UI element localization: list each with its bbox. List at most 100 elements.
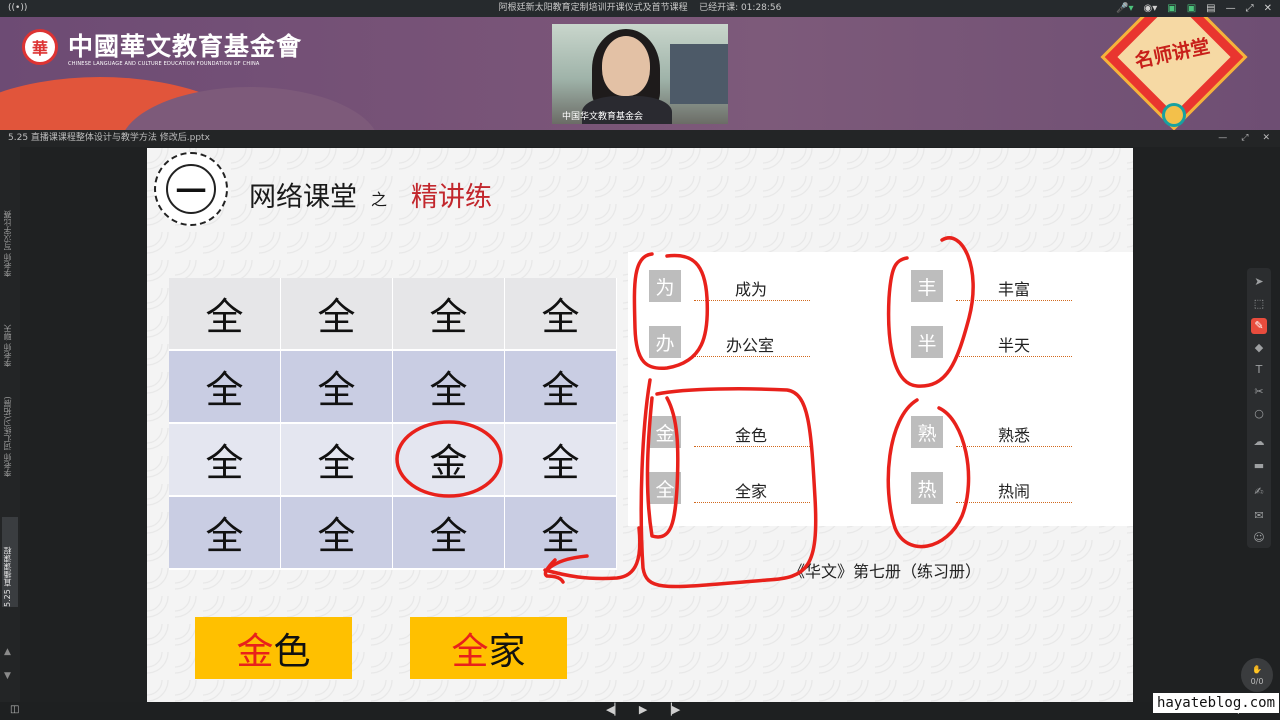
cloud-tool-icon[interactable]: ☁ (1251, 434, 1267, 450)
grid-cell: 全 (505, 278, 617, 351)
document-filename: 5.25 直播课课程整体设计与教学方法 修改后.pptx (8, 133, 210, 143)
camera-toggle-icon[interactable]: ◉▾ (1144, 0, 1158, 17)
doc-minimize-icon[interactable]: — (1218, 130, 1227, 147)
scissors-tool-icon[interactable]: ✂ (1251, 384, 1267, 400)
users-tool-icon[interactable]: ☺ (1251, 530, 1267, 546)
grid-cell: 全 (393, 497, 505, 570)
hand-count: 0/0 (1250, 677, 1264, 686)
pointer-tool-icon[interactable]: ➤ (1251, 274, 1267, 290)
rail-tab-3[interactable]: 5.25 直播课课程 (2, 517, 18, 607)
hand-icon: ✋ (1252, 665, 1262, 674)
rail-tab-2[interactable]: 李老师 词汇练习(拓展) (2, 397, 18, 477)
grid-cell: 全 (505, 497, 617, 570)
word-card-quanjia: 全家 (410, 617, 567, 679)
pen-tool-icon[interactable]: ✎ (1251, 318, 1267, 334)
slide-nav-controls: ◀▏ ▶ ▕▶ (606, 703, 680, 716)
drawing-toolbar: ➤ ⬚ ✎ ◆ T ✂ ○ ☁ ▬ ✍ ✉ ☺ (1247, 268, 1271, 548)
word-label: 办公室 (726, 336, 775, 355)
eraser-tool-icon[interactable]: ◆ (1251, 340, 1267, 356)
select-tool-icon[interactable]: ⬚ (1251, 296, 1267, 312)
character-grid: 全 全 全 全 全 全 全 全 全 全 金 全 全 全 全 全 (169, 278, 617, 570)
doc-close-icon[interactable]: ✕ (1262, 130, 1270, 147)
word-pairs-panel: 为 成为 办 办公室 丰 丰富 半 半天 金 金色 全 全家 熟 熟悉 热 热闹 (628, 252, 1133, 526)
share-icon[interactable]: ▣ (1167, 0, 1176, 17)
app-titlebar: ((•)) 阿根廷新太阳教育定制培训开课仪式及首节课程 已经开课: 01:28:… (0, 0, 1280, 17)
video-caption: 中国华文教育基金会 (562, 112, 644, 122)
word-label: 熟悉 (998, 426, 1031, 445)
dotted-line (694, 446, 810, 447)
word-label: 热闹 (998, 482, 1031, 501)
word-card-highlight: 全 (451, 630, 489, 673)
grid-cell-odd-one: 金 (393, 424, 505, 497)
foundation-name-en: CHINESE LANGUAGE AND CULTURE EDUCATION F… (68, 61, 260, 67)
video-background (670, 44, 728, 104)
next-slide-icon[interactable]: ▕▶ (663, 703, 680, 716)
grid-cell: 全 (169, 497, 281, 570)
char-box: 金 (649, 416, 681, 448)
section-number: 一 (166, 164, 216, 214)
word-label: 金色 (735, 426, 768, 445)
char-box: 办 (649, 326, 681, 358)
sidebar-toggle-icon[interactable]: ◫ (10, 704, 19, 715)
section-number-badge: 一 (154, 152, 228, 226)
dotted-line (956, 446, 1072, 447)
watermark: hayateblog.com (1153, 693, 1280, 713)
rail-up-arrow-icon[interactable]: ▲ (4, 647, 11, 657)
restore-icon[interactable]: ⤢ (1246, 0, 1254, 17)
grid-cell: 全 (169, 424, 281, 497)
slide-heading: 网络课堂 (249, 182, 357, 213)
char-box: 丰 (911, 270, 943, 302)
text-tool-icon[interactable]: T (1251, 362, 1267, 378)
slide-heading-connector: 之 (371, 190, 388, 209)
char-box: 半 (911, 326, 943, 358)
play-icon[interactable]: ▶ (639, 703, 647, 716)
titlebar-controls: 🎤▾ ◉▾ ▣ ▣ ▤ — ⤢ ✕ (1116, 0, 1272, 17)
chat-tool-icon[interactable]: ✉ (1251, 508, 1267, 524)
document-controls: — ⤢ ✕ (1218, 130, 1270, 147)
dotted-line (694, 356, 810, 357)
dotted-line (694, 502, 810, 503)
char-box: 熟 (911, 416, 943, 448)
settings-icon[interactable]: ▤ (1206, 0, 1215, 17)
char-box: 为 (649, 270, 681, 302)
raise-hand-button[interactable]: ✋ 0/0 (1241, 658, 1273, 692)
edit-tool-icon[interactable]: ✍ (1251, 484, 1267, 500)
word-card-highlight: 金 (236, 630, 274, 673)
word-card-jinse: 金色 (195, 617, 352, 679)
session-title: 阿根廷新太阳教育定制培训开课仪式及首节课程 已经开课: 01:28:56 (0, 0, 1280, 17)
document-bar: 5.25 直播课课程整体设计与教学方法 修改后.pptx — ⤢ ✕ (0, 130, 1280, 147)
char-box: 全 (649, 472, 681, 504)
dotted-line (694, 300, 810, 301)
grid-cell: 全 (281, 424, 393, 497)
textbook-reference: 《华文》第七册（练习册） (789, 562, 982, 581)
shape-tool-icon[interactable]: ○ (1251, 406, 1267, 422)
rail-down-arrow-icon[interactable]: ▼ (4, 671, 11, 681)
course-banner: 華 中國華文教育基金會 CHINESE LANGUAGE AND CULTURE… (0, 17, 1280, 130)
grid-cell: 全 (505, 351, 617, 424)
toolbox-icon[interactable]: ▬ (1251, 458, 1267, 474)
badge-knot-icon (1162, 103, 1186, 127)
teacher-video-feed[interactable]: 中国华文教育基金会 (552, 24, 728, 124)
grid-cell: 全 (169, 351, 281, 424)
prev-slide-icon[interactable]: ◀▏ (606, 703, 623, 716)
grid-cell: 全 (393, 278, 505, 351)
doc-expand-icon[interactable]: ⤢ (1241, 130, 1248, 147)
word-card-rest: 色 (273, 630, 311, 673)
grid-cell: 全 (281, 351, 393, 424)
dotted-line (956, 356, 1072, 357)
microphone-icon[interactable]: 🎤▾ (1116, 0, 1133, 17)
word-label: 半天 (998, 336, 1031, 355)
presentation-slide: 一 网络课堂 之 精讲练 全 全 全 全 全 全 全 全 全 全 金 全 全 全… (147, 148, 1133, 702)
grid-cell: 全 (281, 497, 393, 570)
grid-cell: 全 (393, 351, 505, 424)
slide-navigation-bar: ◫ ◀▏ ▶ ▕▶ 22/42 (0, 702, 1280, 720)
record-icon[interactable]: ▣ (1187, 0, 1196, 17)
slide-heading-highlight: 精讲练 (411, 182, 492, 213)
char-box: 热 (911, 472, 943, 504)
grid-cell: 全 (505, 424, 617, 497)
rail-tab-0[interactable]: 李老师 写汉字比赛 (2, 187, 18, 277)
foundation-logo-icon: 華 (22, 29, 58, 65)
minimize-icon[interactable]: — (1226, 0, 1236, 17)
rail-tab-1[interactable]: 李老师 聊天 (2, 307, 18, 367)
close-icon[interactable]: ✕ (1264, 0, 1272, 17)
